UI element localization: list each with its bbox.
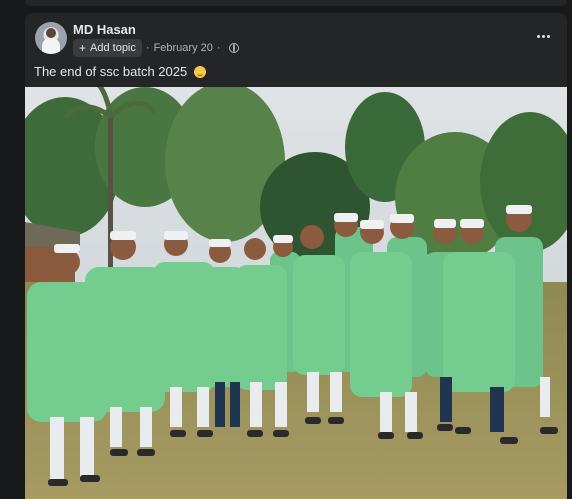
more-dot [541, 34, 545, 38]
more-dot [546, 34, 550, 38]
author-name[interactable]: MD Hasan [73, 22, 136, 37]
previous-post-edge [25, 0, 567, 6]
post-photo[interactable] [25, 87, 567, 499]
add-topic-label: Add topic [90, 42, 136, 54]
group-photo-illustration [25, 87, 567, 499]
more-options-icon[interactable] [531, 26, 555, 46]
globe-icon[interactable] [228, 43, 239, 53]
avatar[interactable] [35, 22, 67, 54]
post-meta: + Add topic · February 20 · [73, 39, 239, 57]
more-dot [536, 34, 540, 38]
plus-icon: + [79, 41, 87, 55]
meta-separator: · [145, 42, 150, 54]
add-topic-button[interactable]: + Add topic [73, 39, 142, 57]
caption-text: The end of ssc batch 2025 [34, 64, 188, 79]
meta-separator: · [216, 42, 221, 54]
post-caption: The end of ssc batch 2025 [34, 64, 206, 79]
avatar-body-shape [42, 38, 60, 54]
post-card: MD Hasan + Add topic · February 20 · The… [25, 13, 567, 499]
smiling-face-emoji-icon [193, 66, 206, 78]
post-header: MD Hasan + Add topic · February 20 · [35, 22, 555, 57]
post-date[interactable]: February 20 [154, 42, 213, 54]
avatar-head-shape [46, 28, 56, 38]
